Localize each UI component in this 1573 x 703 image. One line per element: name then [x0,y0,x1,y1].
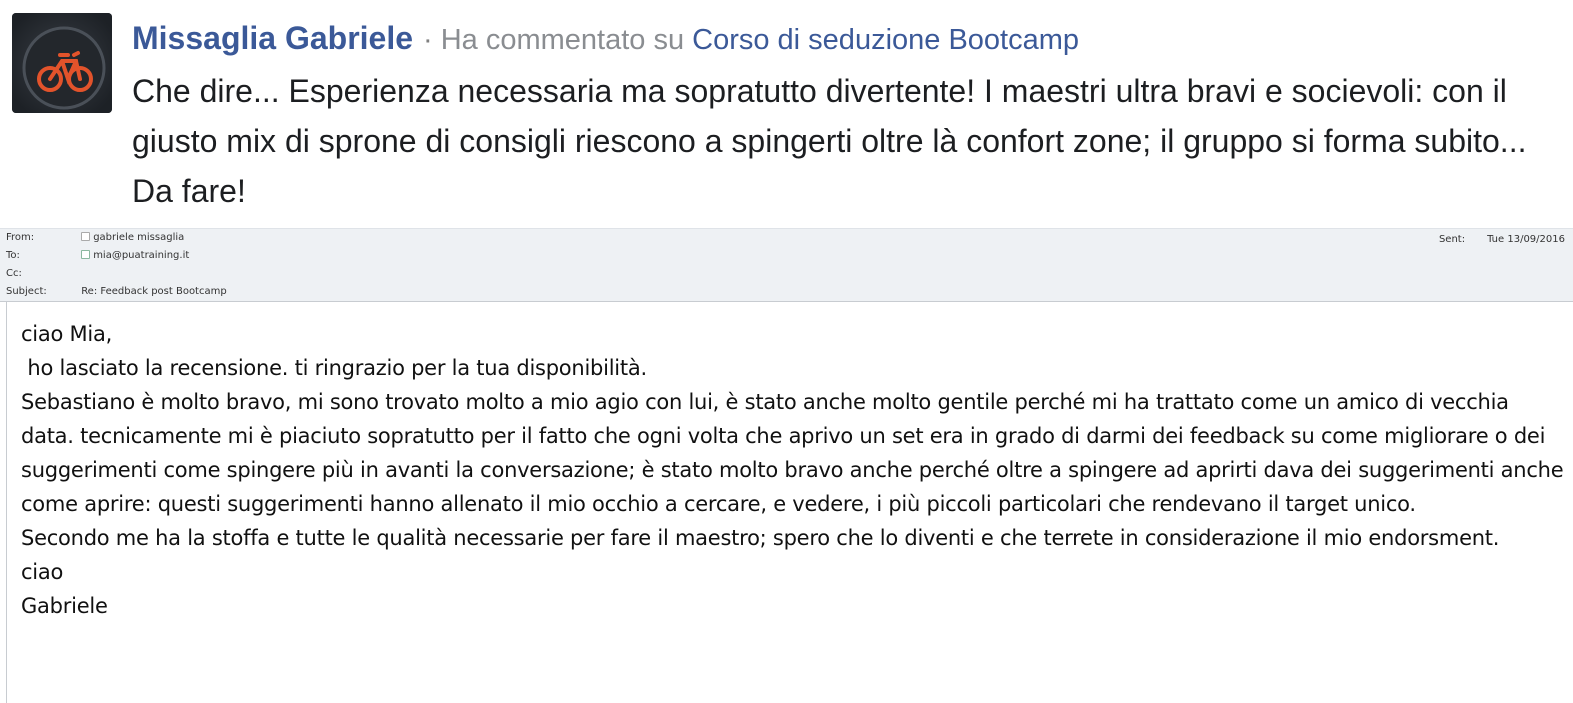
author-name[interactable]: Missaglia Gabriele [132,20,413,56]
review-header: Missaglia Gabriele · Ha commentato su Cors… [132,18,1079,60]
sent-label: Sent: [1438,234,1466,245]
from-value[interactable]: gabriele missaglia [93,229,184,247]
bicycle-avatar-icon [12,13,112,113]
subject-row: Subject: Re: Feedback post Bootcamp [6,283,227,301]
to-row: To: mia@puatraining.it [6,247,189,265]
email-greeting: ciao Mia, [21,322,113,346]
review-text: Che dire... Esperienza necessaria ma sop… [132,73,1527,209]
email-paragraph: ho lasciato la recensione. ti ringrazio … [21,356,647,380]
email-body: ciao Mia, ho lasciato la recensione. ti … [6,302,1573,703]
from-label: From: [6,232,35,243]
contact-icon [81,232,91,241]
cc-label: Cc: [6,268,22,279]
avatar[interactable] [12,13,112,113]
course-link[interactable]: Corso di seduzione Bootcamp [692,24,1079,56]
cc-row: Cc: [6,265,81,283]
email-paragraph: Sebastiano è molto bravo, mi sono trovat… [21,390,1564,516]
to-value[interactable]: mia@puatraining.it [93,247,189,265]
review-card: Missaglia Gabriele · Ha commentato su Cors… [0,0,1573,228]
subject-label: Subject: [6,286,47,297]
contact-check-icon [81,250,91,259]
to-label: To: [6,250,20,261]
separator-dot: · [423,24,433,56]
email-paragraph: Secondo me ha la stoffa e tutte le quali… [21,526,1500,550]
sent-value: Tue 13/09/2016 [1487,234,1565,245]
email-closing: ciao [21,560,64,584]
from-row: From: gabriele missaglia [6,229,184,247]
subject-value: Re: Feedback post Bootcamp [81,286,227,297]
sent-row: Sent: Tue 13/09/2016 [1439,231,1565,249]
email-text: ciao Mia, ho lasciato la recensione. ti … [21,317,1566,623]
email-signature: Gabriele [21,594,108,618]
action-text: Ha commentato su [440,24,685,56]
email-header: From: gabriele missaglia To: mia@puatrai… [0,228,1573,302]
